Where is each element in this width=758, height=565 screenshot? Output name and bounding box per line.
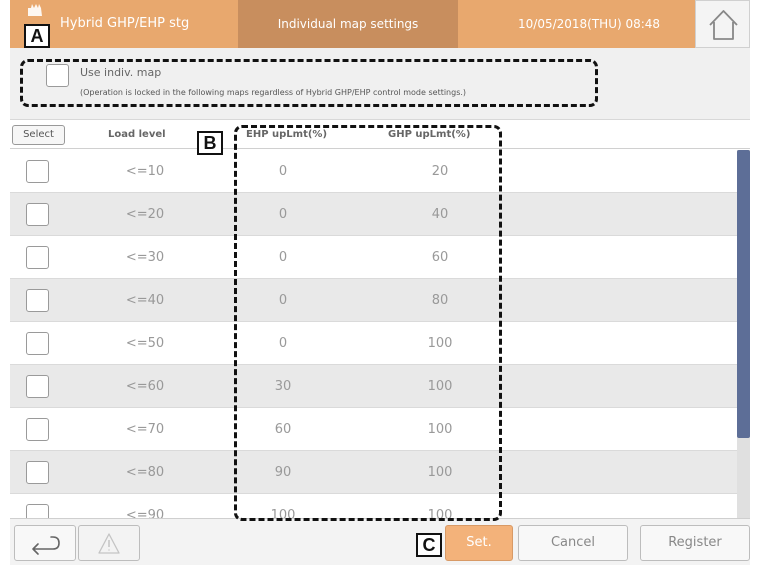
- warning-button[interactable]: [78, 525, 140, 561]
- set-button[interactable]: Set.: [445, 525, 513, 561]
- home-icon: [709, 10, 738, 40]
- load-level-cell: <=40: [125, 293, 165, 308]
- load-level-cell: <=80: [125, 465, 165, 480]
- load-level-cell: <=20: [125, 207, 165, 222]
- callout-b-outline: [234, 125, 502, 521]
- row-checkbox[interactable]: [26, 246, 49, 269]
- row-checkbox[interactable]: [26, 461, 49, 484]
- page-title: Individual map settings: [238, 0, 458, 48]
- datetime: 10/05/2018(THU) 08:48: [518, 17, 661, 31]
- scrollbar[interactable]: [737, 150, 750, 518]
- callout-a: A: [24, 24, 50, 48]
- home-button[interactable]: [695, 0, 750, 48]
- register-button[interactable]: Register: [640, 525, 750, 561]
- load-level-cell: <=90: [125, 508, 165, 518]
- load-level-cell: <=50: [125, 336, 165, 351]
- row-checkbox[interactable]: [26, 203, 49, 226]
- back-button[interactable]: [14, 525, 76, 561]
- gear-icon: [28, 4, 42, 16]
- callout-a-outline: [20, 59, 598, 107]
- cancel-button[interactable]: Cancel: [518, 525, 628, 561]
- scrollbar-thumb[interactable]: [737, 150, 750, 438]
- row-checkbox[interactable]: [26, 418, 49, 441]
- callout-c: C: [416, 533, 442, 557]
- select-button[interactable]: Select: [12, 125, 65, 145]
- row-checkbox[interactable]: [26, 504, 49, 518]
- footer-bar: Set. Cancel Register: [10, 518, 750, 565]
- app-title: Hybrid GHP/EHP stg: [60, 16, 190, 31]
- back-arrow-icon: [32, 536, 60, 555]
- warning-icon: [98, 533, 120, 554]
- load-level-cell: <=30: [125, 250, 165, 265]
- load-level-cell: <=70: [125, 422, 165, 437]
- column-load-level: Load level: [108, 129, 166, 140]
- row-checkbox[interactable]: [26, 332, 49, 355]
- row-checkbox[interactable]: [26, 160, 49, 183]
- row-checkbox[interactable]: [26, 289, 49, 312]
- load-level-cell: <=60: [125, 379, 165, 394]
- header-bar: Hybrid GHP/EHP stg Individual map settin…: [10, 0, 750, 48]
- load-level-cell: <=10: [125, 164, 165, 179]
- row-checkbox[interactable]: [26, 375, 49, 398]
- callout-b: B: [197, 131, 223, 155]
